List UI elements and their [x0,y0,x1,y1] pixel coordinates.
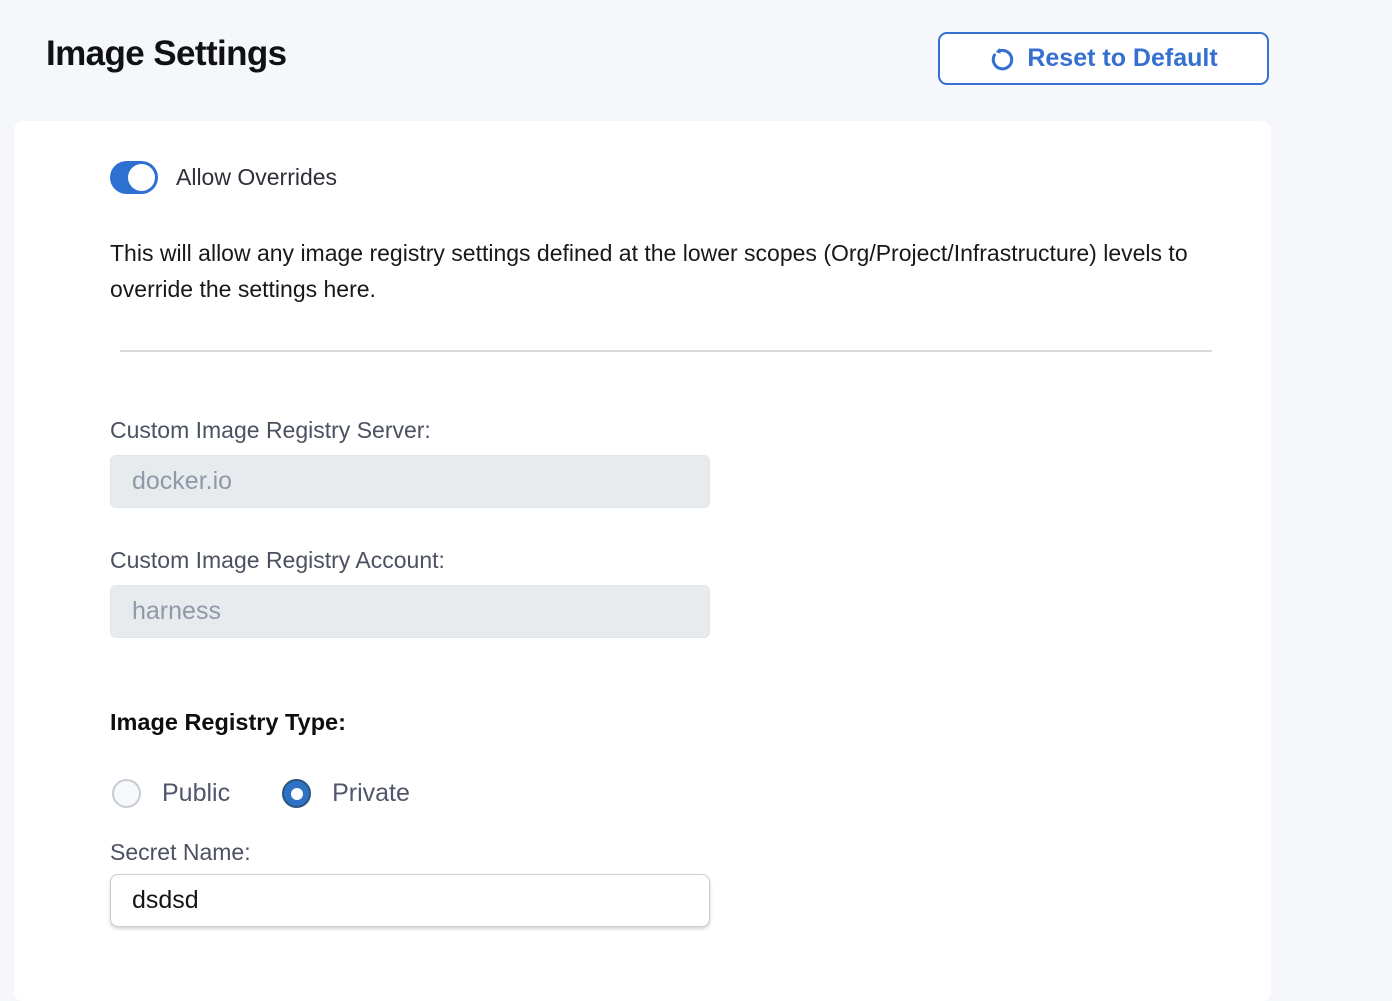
reset-button-label: Reset to Default [1027,44,1217,73]
image-settings-card: Allow Overrides This will allow any imag… [14,121,1271,1001]
section-divider [120,350,1212,352]
radio-option-private[interactable]: Private [282,779,410,808]
toggle-knob [128,164,155,191]
secret-name-label: Secret Name: [110,839,251,866]
radio-option-public[interactable]: Public [112,779,230,808]
reset-icon [989,45,1016,72]
radio-circle-private[interactable] [282,779,311,808]
reset-to-default-button[interactable]: Reset to Default [938,32,1269,85]
registry-server-label: Custom Image Registry Server: [110,417,431,444]
radio-label-public: Public [162,779,230,808]
registry-type-label: Image Registry Type: [110,709,346,736]
radio-circle-public[interactable] [112,779,141,808]
allow-overrides-toggle[interactable] [110,161,158,194]
allow-overrides-label: Allow Overrides [176,164,337,191]
overrides-description: This will allow any image registry setti… [110,235,1230,307]
registry-account-input [110,585,710,638]
radio-label-private: Private [332,779,410,808]
allow-overrides-row: Allow Overrides [110,161,337,194]
registry-account-label: Custom Image Registry Account: [110,547,445,574]
page-title: Image Settings [46,34,287,74]
registry-type-radio-group: Public Private [112,779,410,808]
registry-server-input [110,455,710,508]
secret-name-input[interactable] [110,874,710,927]
